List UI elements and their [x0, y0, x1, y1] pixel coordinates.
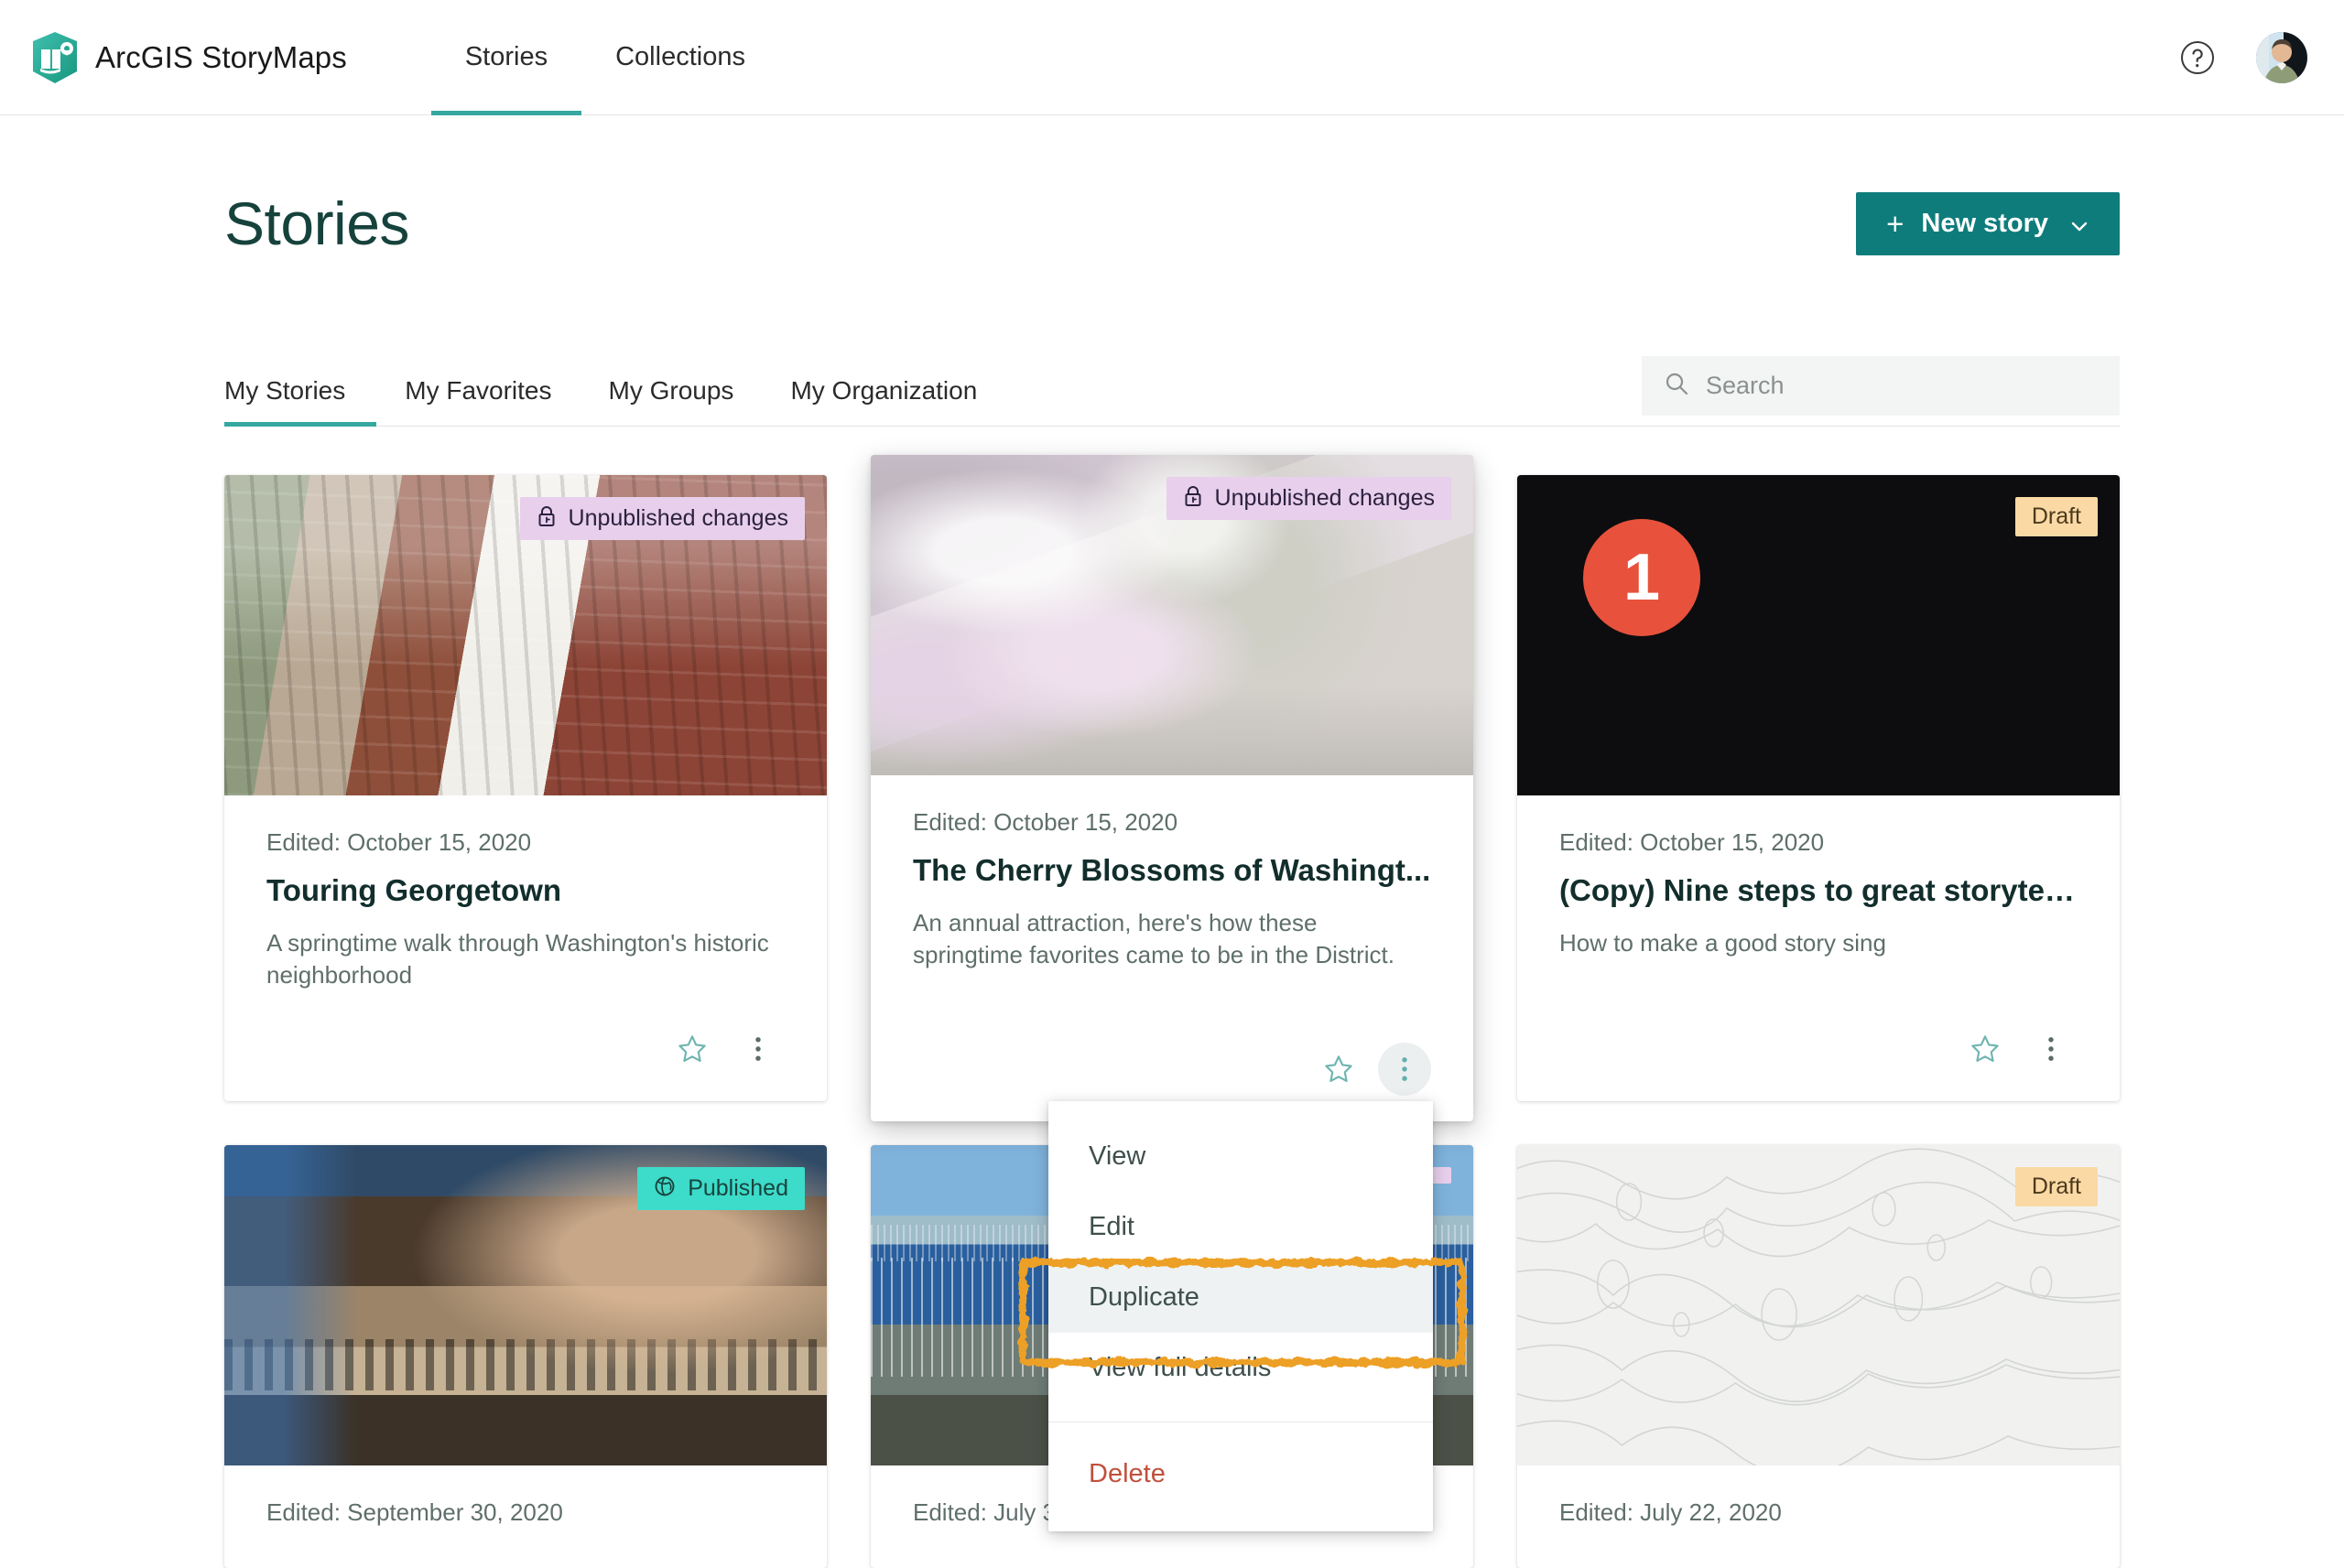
main-nav: Stories Collections: [430, 0, 779, 115]
card-actions: [1559, 991, 2078, 1076]
menu-item-edit-label: Edit: [1089, 1212, 1134, 1241]
card-thumbnail: 1 Draft: [1517, 474, 2120, 795]
header-right: [2179, 31, 2307, 83]
new-story-button[interactable]: + New story: [1856, 191, 2120, 255]
status-badge: Unpublished changes: [1166, 476, 1451, 520]
brand[interactable]: ArcGIS StoryMaps: [31, 31, 347, 84]
status-badge: Draft: [2014, 1167, 2098, 1207]
filter-tab-my-groups-label: My Groups: [608, 375, 734, 405]
status-badge: Unpublished changes: [519, 496, 805, 540]
status-badge: Draft: [2014, 496, 2098, 536]
nav-tab-collections-label: Collections: [615, 42, 745, 71]
menu-item-duplicate[interactable]: Duplicate: [1048, 1262, 1433, 1333]
lock-icon: [537, 505, 557, 532]
filter-tab-my-stories-label: My Stories: [224, 375, 346, 405]
status-badge-label: Published: [688, 1175, 788, 1202]
card-edited-date: Edited: October 15, 2020: [1559, 827, 1825, 856]
card-edited-date: Edited: October 15, 2020: [266, 827, 532, 856]
card-body: Edited: September 30, 2020: [224, 1465, 827, 1568]
favorite-star-button[interactable]: [666, 1022, 719, 1076]
menu-item-edit[interactable]: Edit: [1048, 1192, 1433, 1262]
nav-tab-stories-label: Stories: [464, 42, 548, 71]
filter-tab-my-favorites-label: My Favorites: [405, 375, 552, 405]
card-title: (Copy) Nine steps to great storytel...: [1559, 872, 2078, 907]
menu-item-duplicate-label: Duplicate: [1089, 1282, 1199, 1312]
page-title: Stories: [224, 189, 409, 257]
card-edited-date: Edited: September 30, 2020: [266, 1498, 563, 1527]
app-header: ArcGIS StoryMaps Stories Collections: [0, 0, 2344, 115]
kebab-menu-button[interactable]: [2024, 1022, 2078, 1076]
help-question-icon[interactable]: [2179, 39, 2216, 76]
card-summary: An annual attraction, here's how these s…: [913, 908, 1394, 968]
card-body: Edited: October 15, 2020 Touring Georget…: [224, 795, 827, 1101]
card-edited-date: Edited: July 22, 2020: [1559, 1498, 1782, 1527]
new-story-label: New story: [1921, 208, 2048, 238]
story-card[interactable]: Unpublished changes Edited: October 15, …: [871, 454, 1473, 1122]
search-icon: [1664, 371, 1689, 401]
filter-tab-my-organization[interactable]: My Organization: [762, 376, 1005, 426]
card-actions: [266, 991, 785, 1076]
story-card[interactable]: 1 Draft Edited: October 15, 2020 (Copy) …: [1517, 474, 2120, 1102]
filter-row: My Stories My Favorites My Groups My Org…: [224, 355, 2120, 427]
nav-tab-collections[interactable]: Collections: [581, 0, 779, 115]
card-thumbnail: Published: [224, 1145, 827, 1466]
card-body: Edited: October 15, 2020 (Copy) Nine ste…: [1517, 795, 2120, 1101]
number-bubble: 1: [1583, 518, 1700, 636]
menu-item-view-full-details[interactable]: View full details: [1048, 1333, 1433, 1403]
user-avatar[interactable]: [2256, 31, 2307, 83]
filter-tab-my-favorites[interactable]: My Favorites: [376, 376, 580, 426]
lock-icon: [1183, 485, 1203, 512]
card-edited-date: Edited: October 15, 2020: [913, 807, 1178, 836]
status-badge-label: Draft: [2031, 503, 2081, 529]
card-body: Edited: July 22, 2020: [1517, 1465, 2120, 1568]
story-context-menu: View Edit Duplicate View full details De…: [1048, 1101, 1433, 1531]
card-actions: [913, 1011, 1431, 1097]
card-title: Touring Georgetown: [266, 872, 562, 907]
menu-item-delete[interactable]: Delete: [1048, 1439, 1433, 1509]
card-summary: How to make a good story sing: [1559, 928, 1886, 957]
filter-tab-my-stories[interactable]: My Stories: [224, 375, 377, 427]
chevron-down-icon: [2069, 213, 2089, 233]
story-card[interactable]: Unpublished changes Edited: October 15, …: [224, 474, 827, 1102]
brand-name: ArcGIS StoryMaps: [95, 39, 347, 74]
search-box[interactable]: [1642, 355, 2120, 416]
card-body: Edited: October 15, 2020 The Cherry Blos…: [871, 775, 1473, 1121]
search-input[interactable]: [1706, 371, 2098, 400]
status-badge-label: Draft: [2031, 1173, 2081, 1200]
plus-icon: +: [1886, 206, 1904, 241]
filter-tab-my-groups[interactable]: My Groups: [581, 376, 763, 426]
card-thumbnail: Unpublished changes: [871, 454, 1473, 775]
menu-item-delete-label: Delete: [1089, 1459, 1166, 1488]
kebab-menu-button[interactable]: [732, 1022, 785, 1076]
story-card[interactable]: Draft Edited: July 22, 2020: [1517, 1145, 2120, 1568]
favorite-star-button[interactable]: [1959, 1022, 2012, 1076]
page-head: Stories + New story: [224, 115, 2120, 257]
story-card[interactable]: Published Edited: September 30, 2020: [224, 1145, 827, 1568]
storymaps-logo-icon: [31, 31, 79, 84]
menu-item-view[interactable]: View: [1048, 1121, 1433, 1192]
menu-item-view-full-details-label: View full details: [1089, 1353, 1272, 1382]
filter-tabs: My Stories My Favorites My Groups My Org…: [224, 375, 1005, 427]
nav-tab-stories[interactable]: Stories: [430, 0, 582, 115]
globe-icon: [654, 1175, 676, 1202]
status-badge: Published: [637, 1167, 805, 1211]
filter-tab-my-organization-label: My Organization: [790, 375, 978, 405]
card-thumbnail: Unpublished changes: [224, 474, 827, 795]
kebab-menu-button[interactable]: [1378, 1043, 1431, 1097]
card-thumbnail: Draft: [1517, 1145, 2120, 1466]
status-badge-label: Unpublished changes: [568, 504, 788, 531]
favorite-star-button[interactable]: [1312, 1043, 1365, 1096]
status-badge-label: Unpublished changes: [1214, 484, 1435, 511]
menu-item-view-label: View: [1089, 1141, 1146, 1171]
card-summary: A springtime walk through Washington's h…: [266, 928, 769, 989]
card-title: The Cherry Blossoms of Washingt...: [913, 852, 1431, 887]
